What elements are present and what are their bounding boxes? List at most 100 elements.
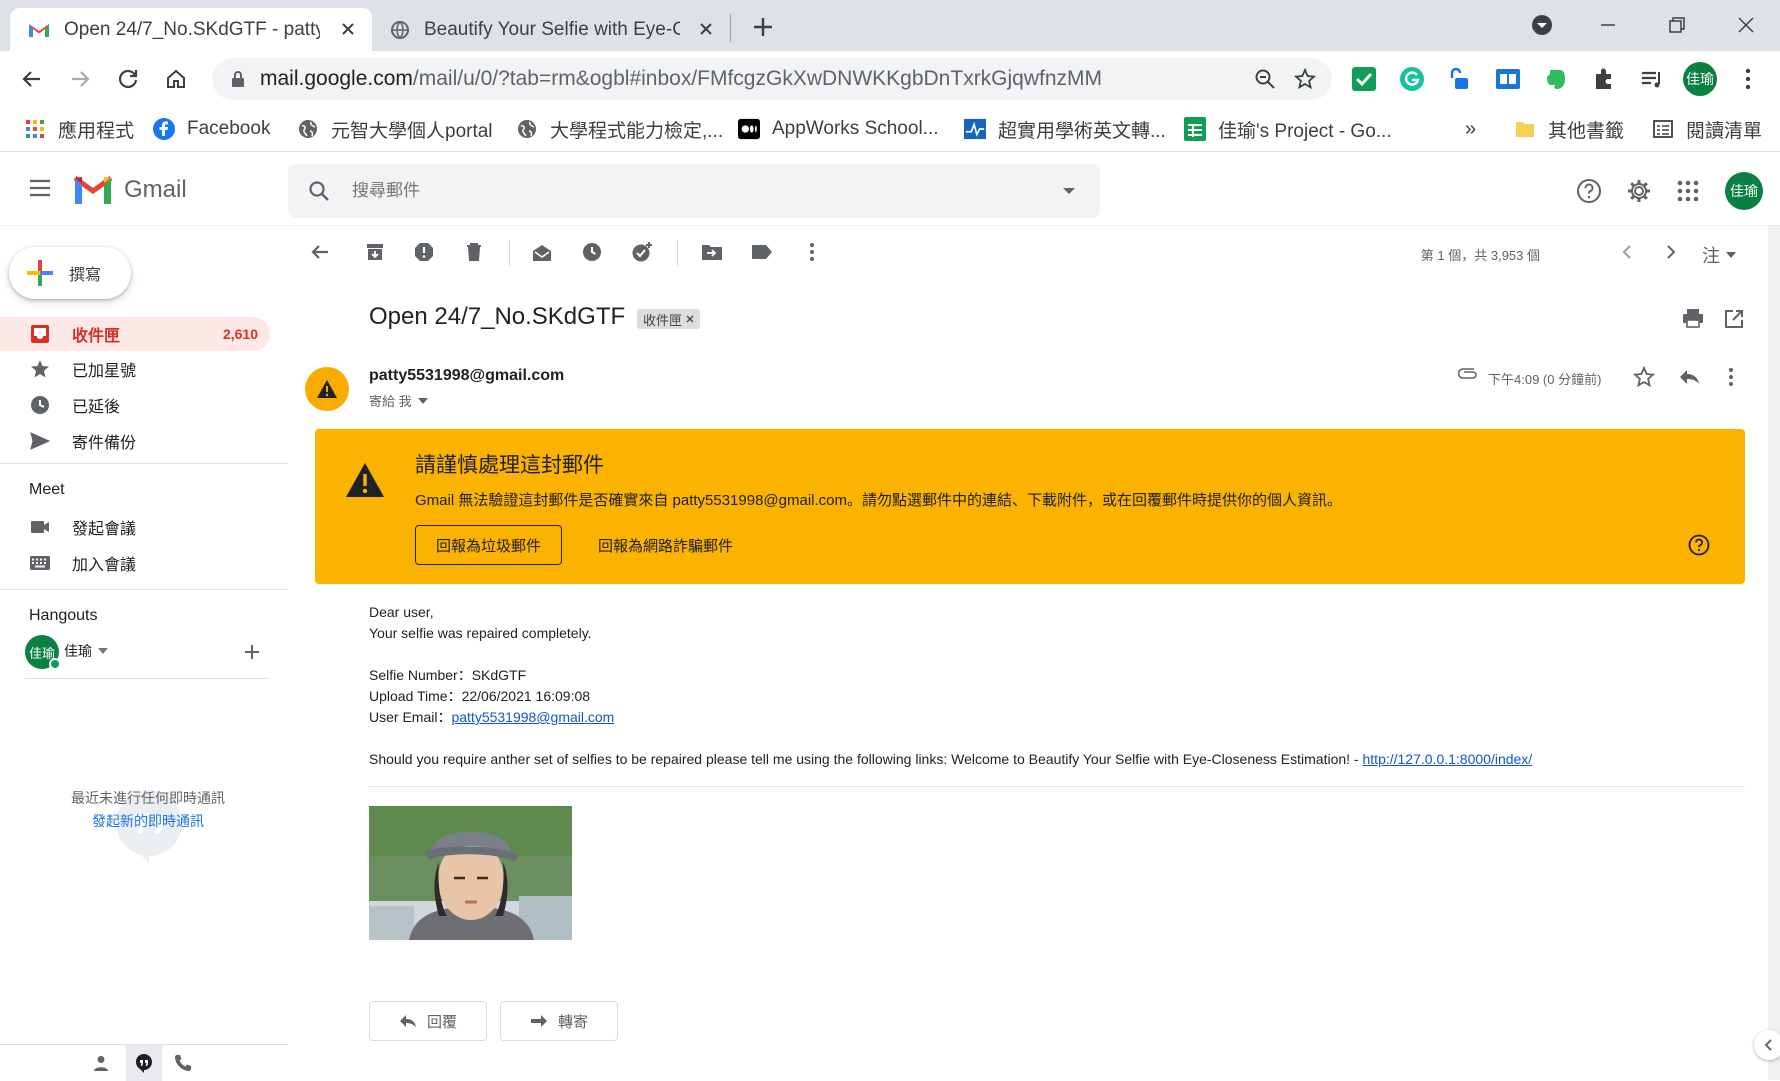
restore-icon[interactable]	[1662, 10, 1692, 40]
hangouts-user[interactable]: 佳瑜	[64, 641, 108, 661]
report-spam-button[interactable]: 回報為垃圾郵件	[415, 525, 562, 565]
older-message-icon[interactable]	[1659, 240, 1683, 264]
phone-icon[interactable]	[174, 1054, 192, 1072]
toolbar-divider	[509, 240, 510, 266]
move-to-icon[interactable]	[700, 240, 724, 264]
zoom-icon[interactable]	[1254, 68, 1276, 90]
bookmark-star-icon[interactable]	[1294, 68, 1316, 90]
index-link[interactable]: http://127.0.0.1:8000/index/	[1363, 751, 1533, 767]
help-icon[interactable]	[1574, 176, 1604, 206]
user-email-line: User Email：patty5531998@gmail.com	[369, 707, 1759, 728]
input-tools-dropdown-icon[interactable]	[1726, 252, 1736, 258]
bookmark-facebook[interactable]: Facebook	[153, 115, 270, 143]
url-text: mail.google.com/mail/u/0/?tab=rm&ogbl#in…	[260, 67, 1103, 90]
reply-icon[interactable]	[1678, 368, 1700, 386]
extensions-puzzle-icon[interactable]	[1589, 64, 1619, 94]
report-phishing-button[interactable]: 回報為網路詐騙郵件	[598, 525, 733, 565]
search-icon[interactable]	[308, 180, 330, 202]
tab-search-icon[interactable]	[1527, 10, 1557, 40]
selfie-attachment-image[interactable]	[369, 806, 572, 940]
report-spam-icon[interactable]	[412, 240, 436, 264]
online-status-dot	[49, 658, 61, 670]
compose-button[interactable]: 撰寫	[9, 247, 131, 299]
home-icon[interactable]	[160, 63, 192, 95]
forward-icon[interactable]	[64, 63, 96, 95]
close-tab-icon[interactable]	[696, 19, 716, 39]
search-options-icon[interactable]	[1062, 186, 1076, 196]
recipient-line[interactable]: 寄給 我	[369, 391, 428, 410]
message-more-icon[interactable]	[1728, 367, 1734, 387]
close-window-icon[interactable]	[1731, 10, 1761, 40]
reply-label: 回覆	[426, 1013, 457, 1031]
bookmark-programming-test[interactable]: 大學程式能力檢定,...	[516, 115, 723, 143]
archive-icon[interactable]	[363, 240, 387, 264]
account-avatar[interactable]: 佳瑜	[1725, 172, 1763, 210]
main-menu-icon[interactable]	[28, 178, 52, 198]
warning-help-icon[interactable]	[1688, 534, 1710, 556]
search-bar	[288, 164, 1100, 218]
address-bar[interactable]: mail.google.com/mail/u/0/?tab=rm&ogbl#in…	[212, 58, 1332, 100]
star-message-icon[interactable]	[1633, 366, 1655, 388]
start-chat-link[interactable]: 發起新的即時通訊	[60, 811, 236, 831]
media-queue-icon[interactable]	[1637, 64, 1667, 94]
hangouts-chat-icon[interactable]	[126, 1045, 162, 1081]
new-tab-icon[interactable]	[748, 12, 778, 42]
reading-list[interactable]: 閱讀清單	[1652, 115, 1762, 143]
expand-side-panel-icon[interactable]	[1754, 1030, 1780, 1060]
user-email-link[interactable]: patty5531998@gmail.com	[451, 709, 614, 725]
print-icon[interactable]	[1682, 308, 1704, 328]
show-details-icon[interactable]	[417, 397, 428, 404]
status-dropdown-icon[interactable]	[98, 648, 108, 654]
gmail-logo[interactable]: Gmail	[72, 174, 187, 206]
bookmark-project-sheet[interactable]: 佳瑜's Project - Go...	[1184, 115, 1392, 143]
reader-extension-icon[interactable]	[1493, 64, 1523, 94]
star-icon	[28, 357, 52, 381]
tab-beautify[interactable]: Beautify Your Selfie with Eye-Cl	[376, 8, 730, 51]
unlock-extension-icon[interactable]	[1445, 64, 1475, 94]
browser-menu-icon[interactable]	[1733, 64, 1763, 94]
mark-unread-icon[interactable]	[530, 240, 554, 264]
evernote-icon[interactable]	[1541, 64, 1571, 94]
open-new-window-icon[interactable]	[1724, 309, 1744, 329]
person-icon[interactable]	[92, 1054, 110, 1072]
bookmark-appworks[interactable]: AppWorks School...	[738, 115, 939, 143]
gmail-header: Gmail 佳瑜	[0, 152, 1780, 226]
settings-gear-icon[interactable]	[1624, 176, 1654, 206]
minimize-icon[interactable]	[1593, 10, 1623, 40]
chat-empty-state: 最近未進行任何即時通訊 發起新的即時通訊	[60, 788, 236, 831]
forward-button[interactable]: 轉寄	[500, 1001, 618, 1041]
add-to-tasks-icon[interactable]	[630, 240, 654, 264]
label-icon[interactable]	[750, 240, 774, 264]
input-tools[interactable]: 注	[1702, 242, 1736, 268]
hangouts-title: Hangouts	[29, 607, 98, 624]
snooze-icon[interactable]	[580, 240, 604, 264]
bookmark-yzu-portal[interactable]: 元智大學個人portal	[297, 115, 493, 143]
warning-title: 請謹慎處理這封郵件	[415, 454, 604, 477]
checkmark-extension-icon[interactable]	[1349, 64, 1379, 94]
bookmark-academic-english[interactable]: 超實用學術英文轉...	[964, 115, 1166, 143]
newer-message-icon[interactable]	[1615, 240, 1639, 264]
globe-icon	[516, 118, 538, 140]
search-input[interactable]	[352, 181, 992, 201]
bookmarks-overflow[interactable]: »	[1465, 115, 1476, 143]
sheets-icon	[1184, 117, 1206, 141]
sidebar-item-inbox[interactable]: 收件匣 2,610	[0, 317, 270, 351]
add-contact-icon[interactable]	[243, 643, 261, 661]
browser-profile-avatar[interactable]: 佳瑜	[1683, 62, 1717, 96]
bookmark-apps[interactable]: 應用程式	[24, 115, 134, 143]
delete-icon[interactable]	[462, 240, 486, 264]
clock-icon	[28, 393, 52, 417]
other-bookmarks[interactable]: 其他書籤	[1514, 115, 1624, 143]
reload-icon[interactable]	[112, 63, 144, 95]
tab-gmail[interactable]: Open 24/7_No.SKdGTF - patty5	[10, 8, 372, 51]
back-to-inbox-icon[interactable]	[308, 240, 332, 264]
reply-button[interactable]: 回覆	[369, 1001, 487, 1041]
grammarly-icon[interactable]	[1397, 64, 1427, 94]
apps-grid-icon[interactable]	[1673, 176, 1703, 206]
lock-icon[interactable]	[230, 70, 246, 88]
back-icon[interactable]	[16, 63, 48, 95]
sender-email[interactable]: patty5531998@gmail.com	[369, 367, 564, 385]
remove-label-icon[interactable]	[686, 315, 694, 323]
more-actions-icon[interactable]	[800, 240, 824, 264]
close-tab-icon[interactable]	[338, 19, 358, 39]
